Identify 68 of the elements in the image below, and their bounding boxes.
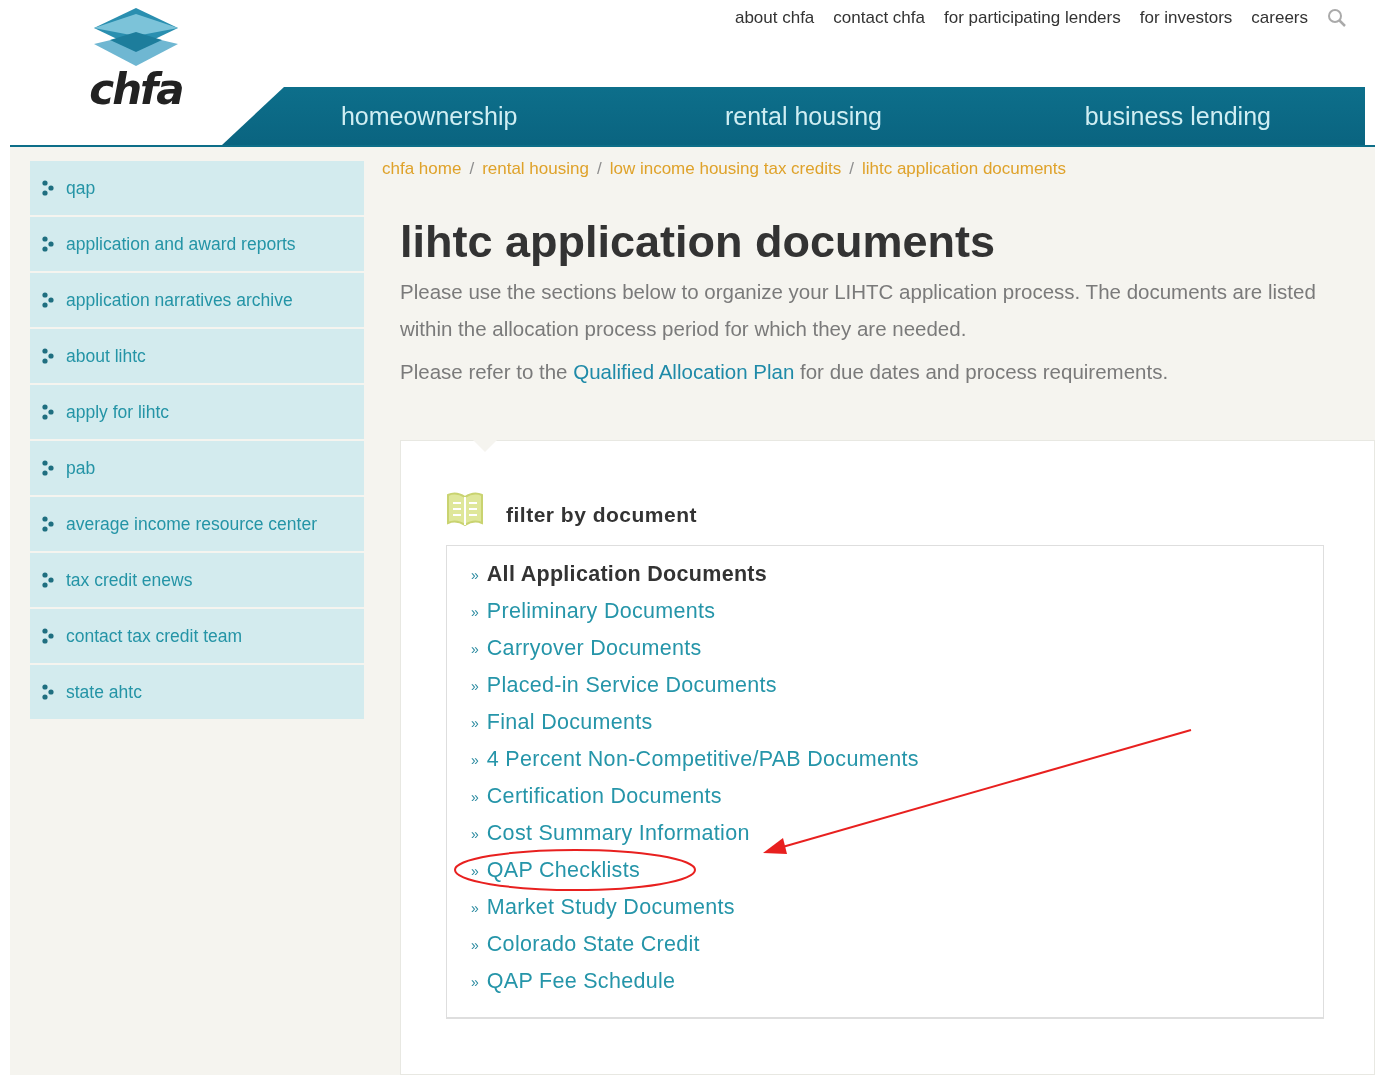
bullet-icon bbox=[42, 684, 54, 700]
sidebar-item[interactable]: state ahtc bbox=[30, 665, 364, 719]
document-filter-link[interactable]: All Application Documents bbox=[486, 562, 768, 587]
book-icon bbox=[446, 491, 484, 527]
sidebar-item[interactable]: contact tax credit team bbox=[30, 609, 364, 663]
bullet-icon bbox=[42, 348, 54, 364]
sidebar-item[interactable]: application and award reports bbox=[30, 217, 364, 271]
bullet-marker: » bbox=[471, 677, 479, 694]
breadcrumb-link[interactable]: low income housing tax credits bbox=[609, 159, 842, 179]
document-filter-link[interactable]: Colorado State Credit bbox=[486, 932, 700, 957]
bullet-icon bbox=[42, 460, 54, 476]
bullet-marker: » bbox=[471, 640, 479, 657]
bullet-marker: » bbox=[471, 603, 479, 620]
bullet-marker: » bbox=[471, 751, 479, 768]
top-nav-link[interactable]: for investors bbox=[1139, 8, 1233, 28]
document-filter-link[interactable]: QAP Checklists bbox=[486, 858, 640, 883]
document-filter-link[interactable]: QAP Fee Schedule bbox=[486, 969, 676, 994]
panel-notch bbox=[473, 440, 497, 452]
top-nav-link[interactable]: for participating lenders bbox=[944, 8, 1121, 28]
bullet-marker: » bbox=[471, 788, 479, 805]
document-filter-link[interactable]: Carryover Documents bbox=[486, 636, 702, 661]
top-nav-link[interactable]: contact chfa bbox=[833, 8, 925, 28]
sidebar-item[interactable]: apply for lihtc bbox=[30, 385, 364, 439]
main-nav-link[interactable]: rental housing bbox=[616, 87, 991, 145]
bullet-icon bbox=[42, 180, 54, 196]
sidebar-item[interactable]: tax credit enews bbox=[30, 553, 364, 607]
intro-paragraph: Please use the sections below to organize your LIHTC application process. The documents are listed within the allocation process period for which they are needed. bbox=[400, 279, 1317, 342]
document-filter-link[interactable]: Final Documents bbox=[486, 710, 653, 735]
sidebar-item[interactable]: application narratives archive bbox=[30, 273, 364, 327]
bullet-marker: » bbox=[471, 973, 479, 990]
intro-paragraph: Please refer to the Qualified Allocation Plan for due dates and process requirements. bbox=[400, 359, 1170, 385]
sidebar-item[interactable]: about lihtc bbox=[30, 329, 364, 383]
bullet-marker: » bbox=[471, 862, 479, 879]
top-nav-link[interactable]: about chfa bbox=[734, 8, 815, 28]
bullet-icon bbox=[42, 236, 54, 252]
document-filter-link[interactable]: Preliminary Documents bbox=[486, 599, 716, 624]
bullet-icon bbox=[42, 292, 54, 308]
filter-heading: filter by document bbox=[506, 503, 698, 527]
breadcrumb-separator: / bbox=[849, 159, 854, 179]
search-icon[interactable] bbox=[1327, 8, 1347, 28]
bullet-icon bbox=[42, 404, 54, 420]
main-nav-link[interactable]: business lending bbox=[990, 87, 1365, 145]
qap-link[interactable]: Qualified Allocation Plan bbox=[573, 360, 795, 383]
bullet-marker: » bbox=[471, 714, 479, 731]
bullet-marker: » bbox=[471, 566, 479, 583]
document-filter-link[interactable]: 4 Percent Non-Competitive/PAB Documents bbox=[486, 747, 919, 772]
document-filter-link[interactable]: Cost Summary Information bbox=[486, 821, 750, 846]
sidebar-item[interactable]: pab bbox=[30, 441, 364, 495]
sidebar-item[interactable]: qap bbox=[30, 161, 364, 215]
main-nav-link[interactable]: homeownership bbox=[242, 87, 617, 145]
bullet-icon bbox=[42, 516, 54, 532]
bullet-marker: » bbox=[471, 936, 479, 953]
breadcrumb-link[interactable]: rental housing bbox=[482, 159, 589, 179]
document-filter-link[interactable]: Certification Documents bbox=[486, 784, 722, 809]
bullet-marker: » bbox=[471, 899, 479, 916]
document-filter-link[interactable]: Market Study Documents bbox=[486, 895, 735, 920]
breadcrumb-link[interactable]: lihtc application documents bbox=[861, 159, 1067, 179]
document-filter-link[interactable]: Placed-in Service Documents bbox=[486, 673, 777, 698]
top-nav-link[interactable]: careers bbox=[1251, 8, 1308, 28]
page-title: lihtc application documents bbox=[400, 217, 997, 267]
bullet-marker: » bbox=[471, 825, 479, 842]
breadcrumb-separator: / bbox=[596, 159, 602, 179]
logo-text[interactable]: chfa bbox=[89, 68, 183, 112]
breadcrumb-separator: / bbox=[469, 159, 475, 179]
sidebar-item[interactable]: average income resource center bbox=[30, 497, 364, 551]
breadcrumb-link[interactable]: chfa home bbox=[382, 159, 462, 179]
bullet-icon bbox=[42, 572, 54, 588]
bullet-icon bbox=[42, 628, 54, 644]
